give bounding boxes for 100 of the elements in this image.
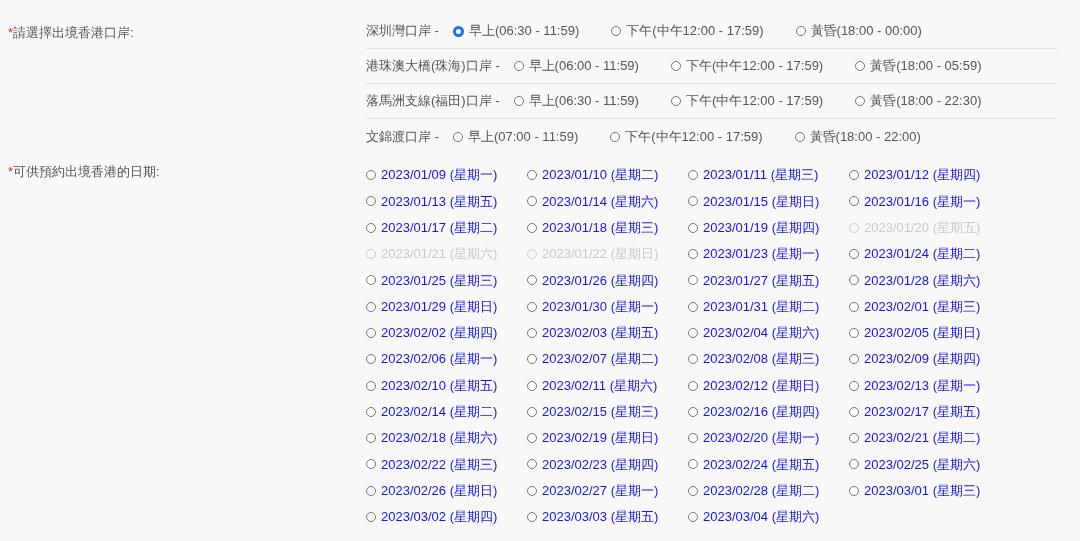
date-link[interactable]: 2023/02/15 (星期三): [542, 402, 659, 422]
date-link[interactable]: 2023/02/01 (星期三): [864, 296, 981, 317]
date-link[interactable]: 2023/01/10 (星期二): [542, 165, 659, 185]
time-option-label[interactable]: 下午(中午12:00 - 17:59): [685, 91, 824, 111]
date-link[interactable]: 2023/01/19 (星期四): [703, 218, 820, 238]
date-link[interactable]: 2023/02/08 (星期三): [703, 349, 820, 369]
date-link[interactable]: 2023/01/16 (星期一): [864, 191, 981, 212]
date-link[interactable]: 2023/01/23 (星期一): [703, 244, 820, 264]
date-link[interactable]: 2023/01/12 (星期四): [864, 165, 981, 185]
radio-button[interactable]: [688, 354, 698, 365]
radio-button[interactable]: [366, 222, 376, 233]
radio-button[interactable]: [688, 459, 698, 470]
radio-button[interactable]: [849, 327, 859, 338]
radio-button[interactable]: [688, 275, 698, 286]
radio-button[interactable]: [688, 249, 698, 260]
radio-button[interactable]: [366, 354, 376, 365]
radio-button[interactable]: [366, 380, 376, 391]
radio-button[interactable]: [688, 512, 698, 522]
radio-button[interactable]: [688, 301, 698, 312]
radio-button[interactable]: [610, 131, 621, 142]
date-link[interactable]: 2023/02/05 (星期日): [864, 323, 981, 343]
date-link[interactable]: 2023/02/03 (星期五): [542, 323, 659, 343]
radio-button[interactable]: [527, 275, 537, 286]
radio-button[interactable]: [794, 131, 805, 142]
time-option-label[interactable]: 黃昏(18:00 - 22:00): [809, 126, 921, 147]
time-option-label[interactable]: 早上(07:00 - 11:59): [467, 126, 579, 147]
date-link[interactable]: 2023/02/20 (星期一): [703, 428, 820, 448]
date-link[interactable]: 2023/01/11 (星期三): [703, 165, 819, 185]
radio-button[interactable]: [670, 61, 681, 71]
date-link[interactable]: 2023/01/29 (星期日): [381, 296, 498, 317]
radio-button[interactable]: [849, 275, 859, 286]
radio-button[interactable]: [527, 459, 537, 470]
radio-button[interactable]: [849, 354, 859, 365]
radio-button[interactable]: [527, 380, 537, 391]
radio-button[interactable]: [795, 26, 806, 36]
date-link[interactable]: 2023/02/13 (星期一): [864, 375, 981, 396]
radio-button[interactable]: [527, 512, 537, 522]
radio-button[interactable]: [366, 275, 376, 286]
radio-button[interactable]: [688, 222, 698, 233]
date-link[interactable]: 2023/01/26 (星期四): [542, 270, 659, 291]
radio-button[interactable]: [688, 406, 698, 417]
radio-button[interactable]: [688, 327, 698, 338]
date-link[interactable]: 2023/02/11 (星期六): [542, 375, 658, 396]
radio-button[interactable]: [366, 512, 376, 522]
radio-button[interactable]: [527, 196, 537, 207]
radio-button[interactable]: [849, 433, 859, 444]
date-link[interactable]: 2023/02/21 (星期二): [864, 428, 981, 448]
date-link[interactable]: 2023/01/15 (星期日): [703, 191, 820, 212]
date-link[interactable]: 2023/02/18 (星期六): [381, 428, 498, 448]
radio-button[interactable]: [527, 327, 537, 338]
radio-button[interactable]: [855, 61, 866, 71]
radio-button[interactable]: [527, 301, 537, 312]
radio-button[interactable]: [366, 485, 376, 496]
date-link[interactable]: 2023/02/14 (星期二): [381, 402, 498, 422]
date-link[interactable]: 2023/02/02 (星期四): [381, 323, 498, 343]
date-link[interactable]: 2023/02/26 (星期日): [381, 480, 498, 501]
time-option-label[interactable]: 下午(中午12:00 - 17:59): [685, 56, 824, 76]
date-link[interactable]: 2023/01/25 (星期三): [381, 270, 498, 291]
radio-button[interactable]: [849, 196, 859, 207]
radio-button[interactable]: [688, 380, 698, 391]
date-link[interactable]: 2023/01/17 (星期二): [381, 218, 498, 238]
date-link[interactable]: 2023/03/04 (星期六): [703, 507, 820, 527]
date-link[interactable]: 2023/01/27 (星期五): [703, 270, 820, 291]
radio-button[interactable]: [366, 301, 376, 312]
radio-button[interactable]: [527, 433, 537, 444]
radio-button[interactable]: [855, 96, 866, 106]
radio-button[interactable]: [849, 249, 859, 260]
radio-button[interactable]: [513, 96, 524, 106]
radio-button[interactable]: [688, 170, 698, 181]
radio-button[interactable]: [527, 170, 537, 181]
time-option-label[interactable]: 黃昏(18:00 - 22:30): [870, 91, 982, 111]
date-link[interactable]: 2023/03/01 (星期三): [864, 480, 981, 501]
date-link[interactable]: 2023/01/28 (星期六): [864, 270, 981, 291]
radio-button[interactable]: [849, 301, 859, 312]
date-link[interactable]: 2023/02/07 (星期二): [542, 349, 659, 369]
radio-button[interactable]: [513, 61, 524, 71]
date-link[interactable]: 2023/01/14 (星期六): [542, 191, 659, 212]
radio-button[interactable]: [670, 96, 681, 106]
radio-button[interactable]: [452, 131, 463, 142]
time-option-label[interactable]: 早上(06:00 - 11:59): [528, 56, 639, 76]
date-link[interactable]: 2023/02/27 (星期一): [542, 480, 659, 501]
radio-button[interactable]: [527, 485, 537, 496]
date-link[interactable]: 2023/01/09 (星期一): [381, 165, 498, 185]
radio-button[interactable]: [527, 406, 537, 417]
radio-button[interactable]: [849, 485, 859, 496]
radio-button[interactable]: [849, 459, 859, 470]
radio-button[interactable]: [688, 196, 698, 207]
radio-button[interactable]: [611, 26, 622, 36]
radio-button[interactable]: [688, 485, 698, 496]
date-link[interactable]: 2023/03/03 (星期五): [542, 507, 659, 527]
date-link[interactable]: 2023/03/02 (星期四): [381, 507, 498, 527]
date-link[interactable]: 2023/01/30 (星期一): [542, 296, 659, 317]
radio-button[interactable]: [366, 406, 376, 417]
radio-button[interactable]: [849, 380, 859, 391]
radio-button[interactable]: [366, 170, 376, 181]
date-link[interactable]: 2023/02/09 (星期四): [864, 349, 981, 369]
radio-button[interactable]: [452, 25, 464, 37]
date-link[interactable]: 2023/01/24 (星期二): [864, 244, 981, 264]
date-link[interactable]: 2023/01/18 (星期三): [542, 218, 659, 238]
radio-button[interactable]: [527, 222, 537, 233]
